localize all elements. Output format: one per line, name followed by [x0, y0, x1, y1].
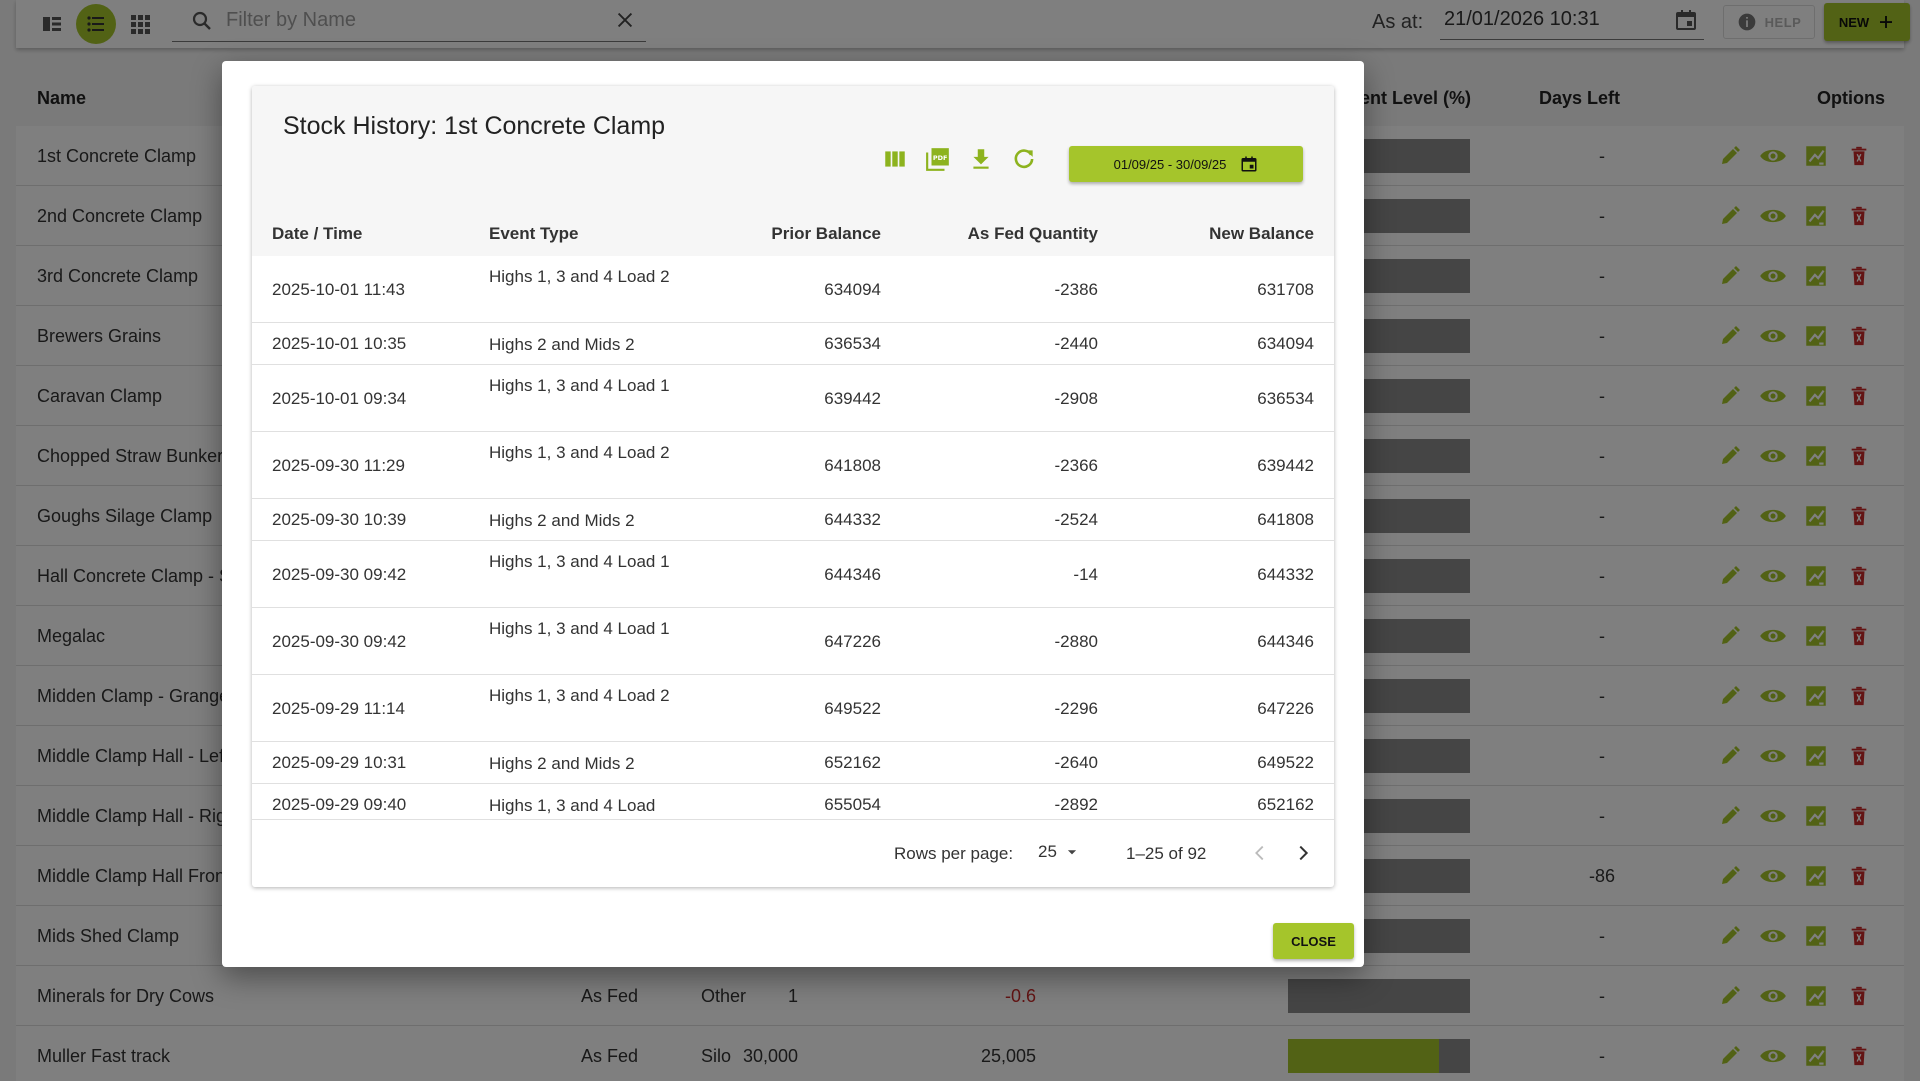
- history-row[interactable]: 2025-09-30 11:29 Highs 1, 3 and 4 Load 2 6…: [252, 432, 1334, 499]
- history-row[interactable]: 2025-09-29 11:14 Highs 1, 3 and 4 Load 2 6…: [252, 675, 1334, 742]
- new-balance-column-header[interactable]: New Balance: [1209, 224, 1314, 244]
- history-as-fed-quantity: -14: [1073, 565, 1098, 584]
- history-new-balance: 639442: [1257, 456, 1314, 475]
- next-page-icon[interactable]: [1292, 842, 1314, 869]
- history-prior-balance: 639442: [824, 389, 881, 408]
- history-row[interactable]: 2025-09-30 09:42 Highs 1, 3 and 4 Load 1 6…: [252, 541, 1334, 608]
- history-as-fed-quantity: -2440: [1054, 334, 1098, 353]
- dialog-title: Stock History: 1st Concrete Clamp: [283, 112, 666, 140]
- close-button[interactable]: CLOSE: [1273, 923, 1354, 959]
- columns-icon[interactable]: [882, 146, 908, 172]
- history-event-type: Highs 1, 3 and 4 Load 1: [489, 619, 670, 638]
- history-prior-balance: 647226: [824, 632, 881, 651]
- stock-history-dialog: Stock History: 1st Concrete Clamp PDF 01…: [222, 61, 1364, 967]
- history-prior-balance: 644346: [824, 565, 881, 584]
- history-event-type: Highs 1, 3 and 4 Load 2: [489, 686, 670, 705]
- history-date: 2025-09-30 09:42: [272, 632, 407, 651]
- history-new-balance: 636534: [1257, 389, 1314, 408]
- history-prior-balance: 649522: [824, 699, 881, 718]
- history-as-fed-quantity: -2386: [1054, 280, 1098, 299]
- history-event-type: Highs 1, 3 and 4 Load 1: [489, 376, 670, 395]
- history-row[interactable]: 2025-09-30 10:39 Highs 2 and Mids 2 644332…: [252, 499, 1334, 541]
- history-as-fed-quantity: -2366: [1054, 456, 1098, 475]
- history-event-type: Highs 1, 3 and 4 Load 2: [489, 267, 670, 286]
- pdf-icon[interactable]: PDF: [925, 146, 951, 172]
- history-row[interactable]: 2025-09-29 10:31 Highs 2 and Mids 2 652162…: [252, 742, 1334, 784]
- history-prior-balance: 655054: [824, 795, 881, 814]
- date-time-column-header[interactable]: Date / Time: [272, 224, 362, 244]
- history-date: 2025-09-30 10:39: [272, 510, 407, 529]
- history-card: Stock History: 1st Concrete Clamp PDF 01…: [252, 86, 1334, 887]
- history-as-fed-quantity: -2524: [1054, 510, 1098, 529]
- history-new-balance: 644332: [1257, 565, 1314, 584]
- event-type-column-header[interactable]: Event Type: [489, 224, 578, 244]
- history-date: 2025-09-29 11:14: [272, 699, 405, 718]
- history-date: 2025-09-29 09:40: [272, 795, 407, 814]
- history-new-balance: 649522: [1257, 753, 1314, 772]
- page-range: 1–25 of 92: [1126, 844, 1207, 863]
- history-row[interactable]: 2025-10-01 10:35 Highs 2 and Mids 2 636534…: [252, 323, 1334, 365]
- pagination: Rows per page: 25 1–25 of 92: [252, 819, 1334, 887]
- history-prior-balance: 636534: [824, 334, 881, 353]
- dropdown-arrow-icon: [1065, 845, 1079, 859]
- history-as-fed-quantity: -2296: [1054, 699, 1098, 718]
- history-new-balance: 647226: [1257, 699, 1314, 718]
- history-prior-balance: 644332: [824, 510, 881, 529]
- history-prior-balance: 634094: [824, 280, 881, 299]
- history-event-type: Highs 1, 3 and 4 Load 2: [489, 443, 670, 462]
- history-as-fed-quantity: -2892: [1054, 795, 1098, 814]
- history-event-type: Highs 1, 3 and 4 Load 1: [489, 552, 670, 571]
- history-new-balance: 641808: [1257, 510, 1314, 529]
- history-row[interactable]: 2025-09-30 09:42 Highs 1, 3 and 4 Load 1 6…: [252, 608, 1334, 675]
- history-prior-balance: 641808: [824, 456, 881, 475]
- history-prior-balance: 652162: [824, 753, 881, 772]
- history-row[interactable]: 2025-10-01 09:34 Highs 1, 3 and 4 Load 1 6…: [252, 365, 1334, 432]
- history-date: 2025-10-01 09:34: [272, 389, 407, 408]
- history-date: 2025-09-30 11:29: [272, 456, 405, 475]
- rows-per-page-select[interactable]: 25: [1038, 842, 1079, 862]
- table-tools: PDF: [882, 146, 1037, 172]
- refresh-icon[interactable]: [1011, 146, 1037, 172]
- history-new-balance: 634094: [1257, 334, 1314, 353]
- prior-balance-column-header[interactable]: Prior Balance: [771, 224, 881, 244]
- history-date: 2025-10-01 10:35: [272, 334, 407, 353]
- history-new-balance: 644346: [1257, 632, 1314, 651]
- history-as-fed-quantity: -2640: [1054, 753, 1098, 772]
- history-date: 2025-09-29 10:31: [272, 753, 407, 772]
- calendar-icon: [1240, 155, 1258, 173]
- history-event-type: Highs 2 and Mids 2: [489, 511, 635, 530]
- previous-page-icon[interactable]: [1249, 842, 1271, 869]
- history-row[interactable]: 2025-10-01 11:43 Highs 1, 3 and 4 Load 2 6…: [252, 256, 1334, 323]
- date-range-label: 01/09/25 - 30/09/25: [1113, 156, 1227, 172]
- history-date: 2025-09-30 09:42: [272, 565, 407, 584]
- rows-per-page-label: Rows per page:: [894, 844, 1014, 863]
- date-range-button[interactable]: 01/09/25 - 30/09/25: [1069, 146, 1303, 182]
- history-row[interactable]: 2025-09-29 09:40 Highs 1, 3 and 4 Load 655…: [252, 784, 1334, 819]
- history-as-fed-quantity: -2908: [1054, 389, 1098, 408]
- history-event-type: Highs 2 and Mids 2: [489, 754, 635, 773]
- rows-per-page-value: 25: [1038, 842, 1057, 861]
- history-rows[interactable]: 2025-10-01 11:43 Highs 1, 3 and 4 Load 2 6…: [252, 256, 1334, 819]
- history-new-balance: 631708: [1257, 280, 1314, 299]
- as-fed-quantity-column-header[interactable]: As Fed Quantity: [968, 224, 1098, 244]
- history-event-type: Highs 1, 3 and 4 Load: [489, 796, 656, 815]
- history-new-balance: 652162: [1257, 795, 1314, 814]
- history-date: 2025-10-01 11:43: [272, 280, 405, 299]
- history-event-type: Highs 2 and Mids 2: [489, 335, 635, 354]
- history-as-fed-quantity: -2880: [1054, 632, 1098, 651]
- svg-text:PDF: PDF: [933, 154, 948, 162]
- download-icon[interactable]: [968, 146, 994, 172]
